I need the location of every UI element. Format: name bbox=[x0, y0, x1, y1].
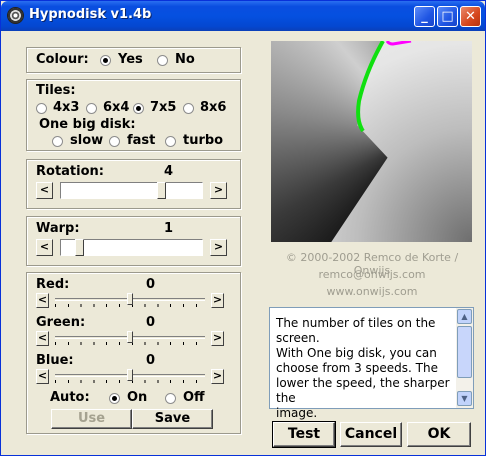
blue-increase-button[interactable]: > bbox=[211, 369, 224, 384]
help-line-5: lower the speed, the sharper the bbox=[276, 376, 450, 405]
scroll-down-button[interactable]: ▼ bbox=[457, 391, 472, 406]
speed-turbo-label: turbo bbox=[183, 133, 224, 148]
rotation-label: Rotation: bbox=[36, 164, 104, 179]
warp-slider-thumb[interactable] bbox=[75, 239, 84, 256]
blue-decrease-button[interactable]: < bbox=[36, 369, 49, 384]
website-link[interactable]: www.onwijs.com bbox=[267, 285, 477, 298]
blue-slider-thumb[interactable] bbox=[127, 369, 133, 381]
use-button[interactable]: Use bbox=[51, 409, 132, 429]
tiles-label: Tiles: bbox=[36, 83, 76, 98]
green-value: 0 bbox=[146, 315, 156, 330]
help-textbox[interactable]: The number of tiles on the screen. With … bbox=[269, 307, 474, 420]
speed-turbo-radio[interactable] bbox=[165, 136, 176, 147]
save-button[interactable]: Save bbox=[132, 409, 213, 429]
colour-yes-label: Yes bbox=[118, 52, 143, 67]
preview-green-edge bbox=[356, 41, 385, 133]
green-slider[interactable] bbox=[55, 331, 205, 347]
red-label: Red: bbox=[36, 277, 70, 292]
help-scrollbar[interactable]: ▲ ▼ bbox=[456, 308, 473, 408]
green-increase-button[interactable]: > bbox=[211, 331, 224, 346]
preview-magenta-edge bbox=[385, 41, 412, 46]
help-line-3: With One big disk, you can bbox=[276, 346, 437, 360]
hypnodisk-preview bbox=[271, 41, 472, 242]
auto-off-radio[interactable] bbox=[165, 393, 176, 404]
green-slider-thumb[interactable] bbox=[127, 331, 133, 343]
blue-label: Blue: bbox=[36, 353, 74, 368]
blue-value: 0 bbox=[146, 353, 156, 368]
help-text: The number of tiles on the screen. With … bbox=[276, 316, 456, 421]
colour-no-radio[interactable] bbox=[157, 55, 168, 66]
tiles-4x3-radio[interactable] bbox=[36, 103, 47, 114]
speed-fast-radio[interactable] bbox=[109, 136, 120, 147]
minimize-button[interactable]: _ bbox=[414, 6, 435, 27]
rotation-increase-button[interactable]: > bbox=[210, 182, 227, 199]
tiles-7x5-radio[interactable] bbox=[133, 103, 144, 114]
tiles-group: Tiles: 4x3 6x4 7x5 8x6 One big disk: slo… bbox=[26, 79, 241, 151]
speed-slow-label: slow bbox=[70, 133, 104, 148]
tiles-6x4-label: 6x4 bbox=[103, 100, 130, 115]
warp-group: Warp: 1 < > bbox=[26, 216, 241, 266]
auto-off-label: Off bbox=[183, 390, 205, 405]
colour-label: Colour: bbox=[36, 52, 89, 67]
colour-yes-radio[interactable] bbox=[100, 55, 111, 66]
tiles-4x3-label: 4x3 bbox=[53, 100, 80, 115]
window-title: Hypnodisk v1.4b bbox=[29, 7, 152, 22]
scroll-thumb[interactable] bbox=[457, 326, 472, 378]
red-slider-thumb[interactable] bbox=[127, 293, 133, 305]
scroll-up-button[interactable]: ▲ bbox=[457, 309, 472, 324]
ok-button[interactable]: OK bbox=[407, 422, 471, 447]
red-increase-button[interactable]: > bbox=[211, 293, 224, 308]
red-slider[interactable] bbox=[55, 293, 205, 309]
green-label: Green: bbox=[36, 315, 86, 330]
green-decrease-button[interactable]: < bbox=[36, 331, 49, 346]
close-button[interactable]: ✕ bbox=[460, 6, 481, 27]
hypnodisk-app-icon[interactable] bbox=[7, 7, 24, 24]
title-bar[interactable]: Hypnodisk v1.4b _ □ ✕ bbox=[1, 1, 485, 31]
rotation-value: 4 bbox=[164, 164, 174, 179]
blue-slider[interactable] bbox=[55, 369, 205, 385]
maximize-button[interactable]: □ bbox=[437, 6, 458, 27]
auto-on-radio[interactable] bbox=[109, 393, 120, 404]
warp-slider[interactable] bbox=[60, 239, 203, 256]
warp-label: Warp: bbox=[36, 221, 80, 236]
cancel-button[interactable]: Cancel bbox=[340, 422, 402, 447]
warp-increase-button[interactable]: > bbox=[210, 239, 227, 256]
speed-slow-radio[interactable] bbox=[52, 136, 63, 147]
tiles-8x6-label: 8x6 bbox=[200, 100, 227, 115]
tiles-8x6-radio[interactable] bbox=[183, 103, 194, 114]
auto-label: Auto: bbox=[50, 390, 90, 405]
rotation-slider[interactable] bbox=[60, 182, 203, 199]
colour-no-label: No bbox=[175, 52, 195, 67]
red-decrease-button[interactable]: < bbox=[36, 293, 49, 308]
hypnodisk-window: Hypnodisk v1.4b _ □ ✕ Colour: Yes No Til… bbox=[0, 0, 486, 456]
help-line-2: screen. bbox=[276, 331, 320, 345]
warp-value: 1 bbox=[164, 221, 174, 236]
tiles-7x5-label: 7x5 bbox=[150, 100, 177, 115]
one-big-disk-label: One big disk: bbox=[39, 117, 136, 132]
auto-on-label: On bbox=[127, 390, 148, 405]
rotation-group: Rotation: 4 < > bbox=[26, 159, 241, 209]
preview-color-edge bbox=[356, 41, 412, 133]
rotation-decrease-button[interactable]: < bbox=[36, 182, 53, 199]
help-line-4: choose from 3 speeds. The bbox=[276, 361, 438, 375]
email-link[interactable]: remco@onwijs.com bbox=[267, 268, 477, 281]
test-button[interactable]: Test bbox=[272, 421, 336, 448]
rotation-slider-thumb[interactable] bbox=[157, 182, 166, 199]
help-line-6: image. bbox=[276, 406, 318, 420]
colour-group: Colour: Yes No bbox=[26, 47, 241, 73]
warp-decrease-button[interactable]: < bbox=[36, 239, 53, 256]
help-line-1: The number of tiles on the bbox=[276, 316, 436, 330]
speed-fast-label: fast bbox=[127, 133, 156, 148]
tiles-6x4-radio[interactable] bbox=[86, 103, 97, 114]
color-mix-group: Red: 0 < > Green: 0 < > Blue: 0 < > Auto… bbox=[26, 272, 241, 434]
red-value: 0 bbox=[146, 277, 156, 292]
